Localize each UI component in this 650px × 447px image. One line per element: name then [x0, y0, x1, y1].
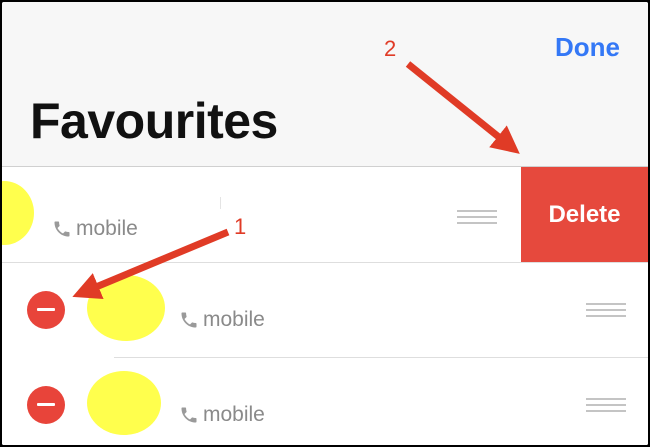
remove-minus-button[interactable]	[27, 291, 65, 329]
favourites-list: mobile Delete mobile mobile	[2, 166, 648, 445]
remove-minus-button[interactable]	[27, 386, 65, 424]
phone-icon	[181, 407, 197, 423]
phone-icon	[181, 312, 197, 328]
phone-screen: Done Favourites mobile Delete mobile mob…	[2, 2, 648, 445]
avatar	[87, 275, 165, 341]
page-title: Favourites	[30, 93, 278, 149]
list-item[interactable]: mobile	[2, 358, 648, 445]
favourites-header: Done Favourites	[2, 2, 648, 166]
delete-button[interactable]: Delete	[521, 167, 648, 262]
phone-label: mobile	[203, 403, 265, 426]
avatar	[87, 371, 161, 435]
divider	[220, 197, 221, 209]
annotation-number-2: 2	[384, 36, 397, 61]
phone-label: mobile	[203, 308, 265, 331]
list-item[interactable]: mobile	[2, 263, 648, 358]
reorder-handle-icon[interactable]	[586, 303, 626, 319]
done-button[interactable]: Done	[555, 32, 620, 63]
list-item[interactable]: mobile Delete	[2, 167, 648, 262]
annotation-number-1: 1	[234, 214, 247, 239]
reorder-handle-icon[interactable]	[586, 398, 626, 414]
phone-label: mobile	[76, 217, 138, 240]
reorder-handle-icon[interactable]	[457, 210, 497, 226]
phone-icon	[54, 221, 70, 237]
avatar	[2, 181, 34, 245]
